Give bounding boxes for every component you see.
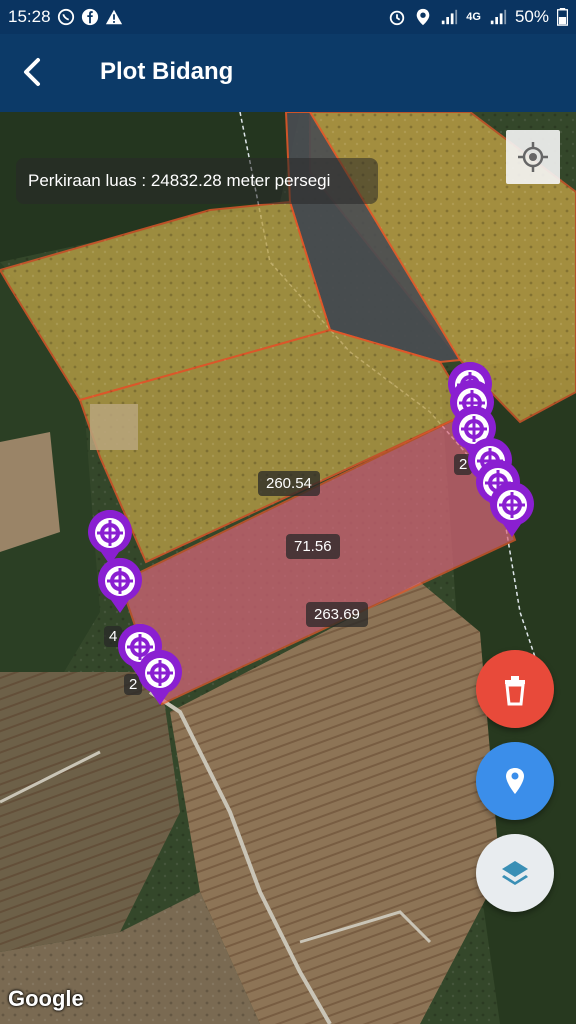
- status-right: 4G 50%: [388, 0, 568, 34]
- signal-icon-2: [490, 9, 507, 25]
- crosshair-pin-icon: [490, 481, 534, 537]
- trash-icon: [476, 650, 554, 728]
- location-icon: [416, 8, 430, 26]
- arrow-back-icon[interactable]: [14, 52, 54, 92]
- segment-length-label: 71.56: [286, 534, 340, 559]
- layers-button[interactable]: [476, 834, 554, 912]
- status-bar: 15:28 4G 50%: [0, 0, 576, 34]
- battery-percent: 50%: [514, 7, 549, 26]
- crosshair-pin-icon: [98, 557, 142, 613]
- signal-icon: [442, 9, 458, 25]
- my-location-button[interactable]: [506, 130, 560, 184]
- area-estimate-text: Perkiraan luas : 24832.28 meter persegi: [28, 171, 331, 190]
- network-type: 4G: [466, 11, 481, 23]
- status-time: 15:28: [8, 7, 51, 26]
- vertex-marker[interactable]: [136, 649, 184, 706]
- battery-icon: [557, 8, 568, 26]
- vertex-marker[interactable]: [96, 557, 144, 614]
- vertex-marker[interactable]: [488, 481, 536, 538]
- app-bar: Plot Bidang: [0, 34, 576, 112]
- map-pin-icon: [476, 742, 554, 820]
- warning-icon: [105, 9, 122, 25]
- crosshair-pin-icon: [138, 649, 182, 705]
- whatsapp-icon: [57, 8, 74, 26]
- delete-button[interactable]: [476, 650, 554, 728]
- status-left: 15:28: [8, 0, 123, 34]
- alarm-icon: [390, 10, 405, 26]
- segment-length-label: 260.54: [258, 471, 320, 496]
- google-logo: Google: [8, 986, 84, 1011]
- page-title: Plot Bidang: [100, 58, 234, 85]
- area-estimate-chip: Perkiraan luas : 24832.28 meter persegi: [16, 158, 378, 204]
- crosshair-icon: [518, 142, 548, 172]
- add-point-button[interactable]: [476, 742, 554, 820]
- segment-length-label: 263.69: [306, 602, 368, 627]
- layers-icon: [476, 834, 554, 912]
- facebook-icon: [81, 8, 98, 26]
